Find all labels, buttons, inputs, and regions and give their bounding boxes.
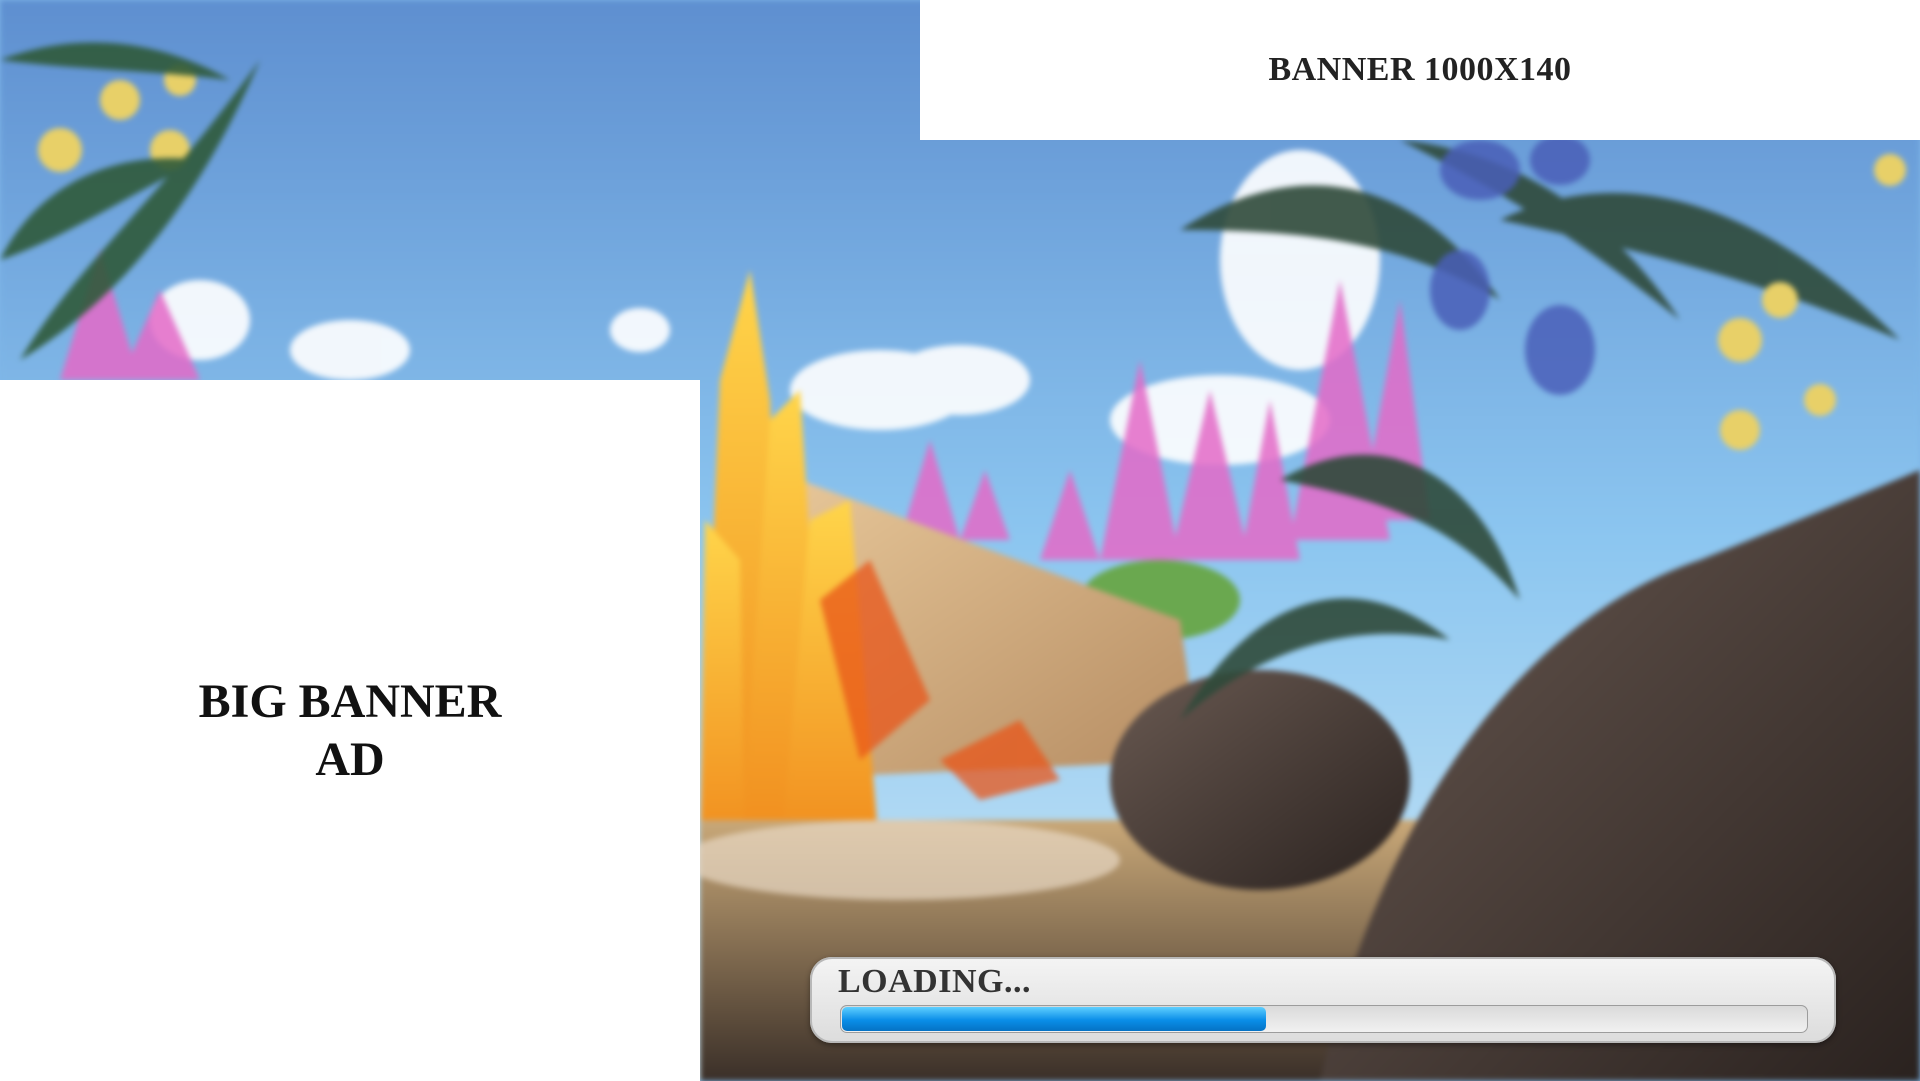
- loading-panel: LOADING...: [810, 957, 1836, 1043]
- top-banner-ad[interactable]: BANNER 1000X140: [920, 0, 1920, 140]
- progress-bar-fill: [842, 1007, 1267, 1031]
- big-banner-line1: BIG BANNER: [198, 674, 502, 728]
- big-banner-text: BIG BANNER AD: [199, 673, 502, 789]
- progress-bar: [840, 1005, 1808, 1033]
- game-loading-screen: BANNER 1000X140 BIG BANNER AD LOADING...: [0, 0, 1920, 1081]
- loading-label: LOADING...: [838, 963, 1031, 1000]
- big-banner-line2: AD: [315, 732, 385, 786]
- top-banner-text: BANNER 1000X140: [1268, 51, 1572, 88]
- big-banner-ad[interactable]: BIG BANNER AD: [0, 380, 700, 1081]
